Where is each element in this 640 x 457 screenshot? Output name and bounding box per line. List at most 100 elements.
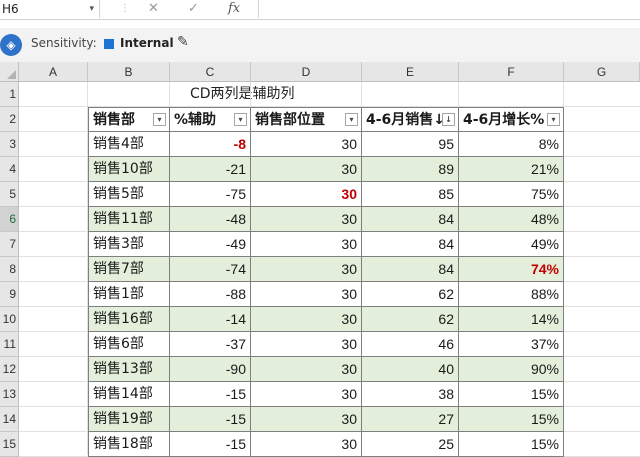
header-sales-q2[interactable]: 4-6月销售↓ ↓ [362, 107, 459, 132]
sensitivity-tag-icon[interactable]: ◈ [0, 34, 22, 56]
row-header-1[interactable]: 1 [0, 82, 19, 107]
table-cell[interactable]: -15 [170, 432, 251, 457]
chevron-down-icon[interactable]: ▾ [89, 0, 94, 18]
table-cell[interactable]: 90% [459, 357, 564, 382]
table-cell[interactable]: 84 [362, 257, 459, 282]
table-cell[interactable]: -88 [170, 282, 251, 307]
filter-dropdown-icon[interactable]: ▾ [153, 113, 166, 126]
formula-input[interactable] [258, 0, 640, 18]
table-cell[interactable]: 49% [459, 232, 564, 257]
table-cell[interactable]: -8 [170, 132, 251, 157]
pencil-icon[interactable]: ✎ [177, 34, 189, 50]
table-cell[interactable]: -15 [170, 382, 251, 407]
table-cell[interactable]: 15% [459, 382, 564, 407]
table-cell[interactable]: -74 [170, 257, 251, 282]
table-cell[interactable]: 62 [362, 307, 459, 332]
table-cell[interactable]: 30 [251, 307, 362, 332]
table-cell[interactable]: 销售4部 [88, 132, 170, 157]
table-cell[interactable]: 销售7部 [88, 257, 170, 282]
table-cell[interactable]: 销售16部 [88, 307, 170, 332]
row-header-6[interactable]: 6 [0, 207, 19, 232]
table-cell[interactable]: 15% [459, 432, 564, 457]
row-header-7[interactable]: 7 [0, 232, 19, 257]
table-cell[interactable]: 84 [362, 207, 459, 232]
row-header-2[interactable]: 2 [0, 107, 19, 132]
sort-filter-icon[interactable]: ↓ [442, 113, 455, 126]
table-cell[interactable]: 48% [459, 207, 564, 232]
row-header-4[interactable]: 4 [0, 157, 19, 182]
table-cell[interactable]: 30 [251, 432, 362, 457]
row-header-11[interactable]: 11 [0, 332, 19, 357]
table-cell[interactable]: 30 [251, 357, 362, 382]
table-cell[interactable]: 30 [251, 157, 362, 182]
table-cell[interactable]: 62 [362, 282, 459, 307]
table-cell[interactable]: 销售19部 [88, 407, 170, 432]
table-cell[interactable]: -21 [170, 157, 251, 182]
row-header-12[interactable]: 12 [0, 357, 19, 382]
column-header-c[interactable]: C [170, 62, 251, 82]
table-cell[interactable]: -90 [170, 357, 251, 382]
filter-dropdown-icon[interactable]: ▾ [234, 113, 247, 126]
table-cell[interactable]: -75 [170, 182, 251, 207]
name-box[interactable]: H6 ▾ [0, 0, 100, 18]
table-cell[interactable]: 销售10部 [88, 157, 170, 182]
table-cell[interactable]: 30 [251, 257, 362, 282]
cancel-icon[interactable]: ✕ [148, 0, 159, 18]
header-growth-percent[interactable]: 4-6月增长% ▾ [459, 107, 564, 132]
note-cell[interactable]: CD两列是辅助列 [190, 82, 295, 106]
table-cell[interactable]: 27 [362, 407, 459, 432]
table-cell[interactable]: 30 [251, 282, 362, 307]
header-dept-position[interactable]: 销售部位置 ▾ [251, 107, 362, 132]
row-header-3[interactable]: 3 [0, 132, 19, 157]
header-sales-dept[interactable]: 销售部 ▾ [88, 107, 170, 132]
table-cell[interactable]: 74% [459, 257, 564, 282]
insert-function-icon[interactable]: fx [228, 0, 240, 18]
table-cell[interactable]: 8% [459, 132, 564, 157]
column-header-b[interactable]: B [88, 62, 170, 82]
table-cell[interactable]: -37 [170, 332, 251, 357]
table-cell[interactable]: 30 [251, 232, 362, 257]
spreadsheet-grid[interactable]: CD两列是辅助列 A B C D E F G 1 2 3 4 5 6 7 8 9 10 11 12 13 14 15 销售部… [0, 62, 640, 457]
header-aux-percent[interactable]: %辅助 ▾ [170, 107, 251, 132]
table-cell[interactable]: 38 [362, 382, 459, 407]
table-cell[interactable]: 40 [362, 357, 459, 382]
row-header-13[interactable]: 13 [0, 382, 19, 407]
table-cell[interactable]: -48 [170, 207, 251, 232]
filter-dropdown-icon[interactable]: ▾ [547, 113, 560, 126]
row-header-9[interactable]: 9 [0, 282, 19, 307]
enter-icon[interactable]: ✓ [188, 0, 199, 18]
column-header-e[interactable]: E [362, 62, 459, 82]
table-cell[interactable]: 46 [362, 332, 459, 357]
table-cell[interactable]: 95 [362, 132, 459, 157]
table-cell[interactable]: -15 [170, 407, 251, 432]
table-cell[interactable]: 30 [251, 182, 362, 207]
table-cell[interactable]: 88% [459, 282, 564, 307]
table-cell[interactable]: -14 [170, 307, 251, 332]
table-cell[interactable]: 销售14部 [88, 382, 170, 407]
table-cell[interactable]: 销售18部 [88, 432, 170, 457]
table-cell[interactable]: 37% [459, 332, 564, 357]
table-cell[interactable]: 销售1部 [88, 282, 170, 307]
table-cell[interactable]: 30 [251, 132, 362, 157]
table-cell[interactable]: 30 [251, 332, 362, 357]
row-header-8[interactable]: 8 [0, 257, 19, 282]
table-cell[interactable]: 30 [251, 407, 362, 432]
row-header-5[interactable]: 5 [0, 182, 19, 207]
table-cell[interactable]: 30 [251, 382, 362, 407]
table-cell[interactable]: 89 [362, 157, 459, 182]
table-cell[interactable]: 15% [459, 407, 564, 432]
column-header-d[interactable]: D [251, 62, 362, 82]
table-cell[interactable]: 84 [362, 232, 459, 257]
column-header-a[interactable]: A [19, 62, 88, 82]
row-header-14[interactable]: 14 [0, 407, 19, 432]
column-header-f[interactable]: F [459, 62, 564, 82]
table-cell[interactable]: 销售6部 [88, 332, 170, 357]
row-header-15[interactable]: 15 [0, 432, 19, 457]
table-cell[interactable]: -49 [170, 232, 251, 257]
table-cell[interactable]: 75% [459, 182, 564, 207]
table-cell[interactable]: 21% [459, 157, 564, 182]
row-header-10[interactable]: 10 [0, 307, 19, 332]
sensitivity-value[interactable]: Internal [120, 36, 174, 50]
table-cell[interactable]: 销售11部 [88, 207, 170, 232]
table-cell[interactable]: 销售3部 [88, 232, 170, 257]
